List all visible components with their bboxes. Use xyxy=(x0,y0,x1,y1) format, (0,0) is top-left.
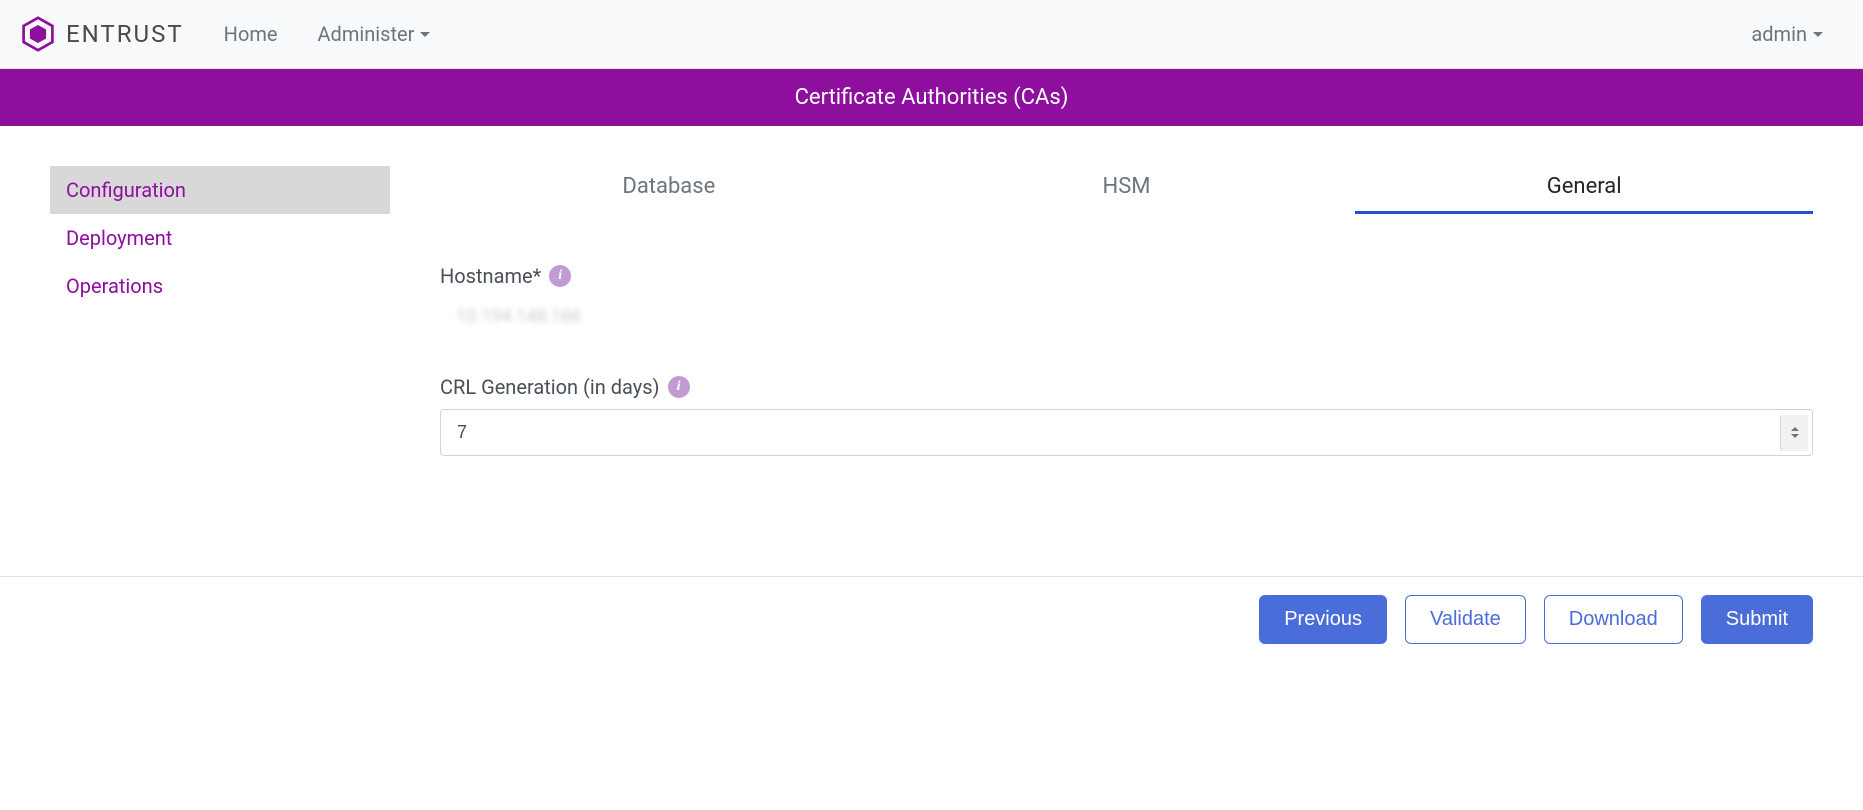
top-navbar: ENTRUST Home Administer admin xyxy=(0,0,1863,69)
nav-links: Home Administer xyxy=(224,22,1752,46)
brand-text: ENTRUST xyxy=(66,20,184,48)
tab-database[interactable]: Database xyxy=(440,166,898,214)
sidebar-item-operations[interactable]: Operations xyxy=(50,262,390,310)
footer-actions: Previous Validate Download Submit xyxy=(0,576,1863,662)
spinner-down-icon[interactable] xyxy=(1791,434,1799,438)
hostname-value: 10.194.148.166 xyxy=(440,298,1813,335)
crl-input-wrapper xyxy=(440,409,1813,456)
nav-home[interactable]: Home xyxy=(224,22,278,46)
tabs: Database HSM General xyxy=(440,166,1813,214)
previous-button[interactable]: Previous xyxy=(1259,595,1387,644)
page-title: Certificate Authorities (CAs) xyxy=(0,69,1863,126)
entrust-hex-icon xyxy=(20,16,56,52)
validate-button[interactable]: Validate xyxy=(1405,595,1526,644)
user-menu[interactable]: admin xyxy=(1751,22,1823,46)
number-spinner xyxy=(1780,415,1808,451)
crl-label: CRL Generation (in days) i xyxy=(440,375,1813,399)
download-button[interactable]: Download xyxy=(1544,595,1683,644)
info-icon[interactable]: i xyxy=(549,265,571,287)
sidebar: Configuration Deployment Operations xyxy=(50,166,390,496)
main-content: Configuration Deployment Operations Data… xyxy=(0,126,1863,496)
content-area: Database HSM General Hostname* i 10.194.… xyxy=(390,166,1813,496)
sidebar-item-configuration[interactable]: Configuration xyxy=(50,166,390,214)
spinner-up-icon[interactable] xyxy=(1791,427,1799,431)
tab-hsm[interactable]: HSM xyxy=(898,166,1356,214)
submit-button[interactable]: Submit xyxy=(1701,595,1813,644)
brand-logo[interactable]: ENTRUST xyxy=(20,16,184,52)
chevron-down-icon xyxy=(420,32,430,37)
hostname-group: Hostname* i 10.194.148.166 xyxy=(440,264,1813,335)
crl-group: CRL Generation (in days) i xyxy=(440,375,1813,456)
tab-general[interactable]: General xyxy=(1355,166,1813,214)
sidebar-item-deployment[interactable]: Deployment xyxy=(50,214,390,262)
info-icon[interactable]: i xyxy=(668,376,690,398)
hostname-label: Hostname* i xyxy=(440,264,1813,288)
crl-input[interactable] xyxy=(441,410,1780,455)
chevron-down-icon xyxy=(1813,32,1823,37)
nav-administer[interactable]: Administer xyxy=(318,22,431,46)
